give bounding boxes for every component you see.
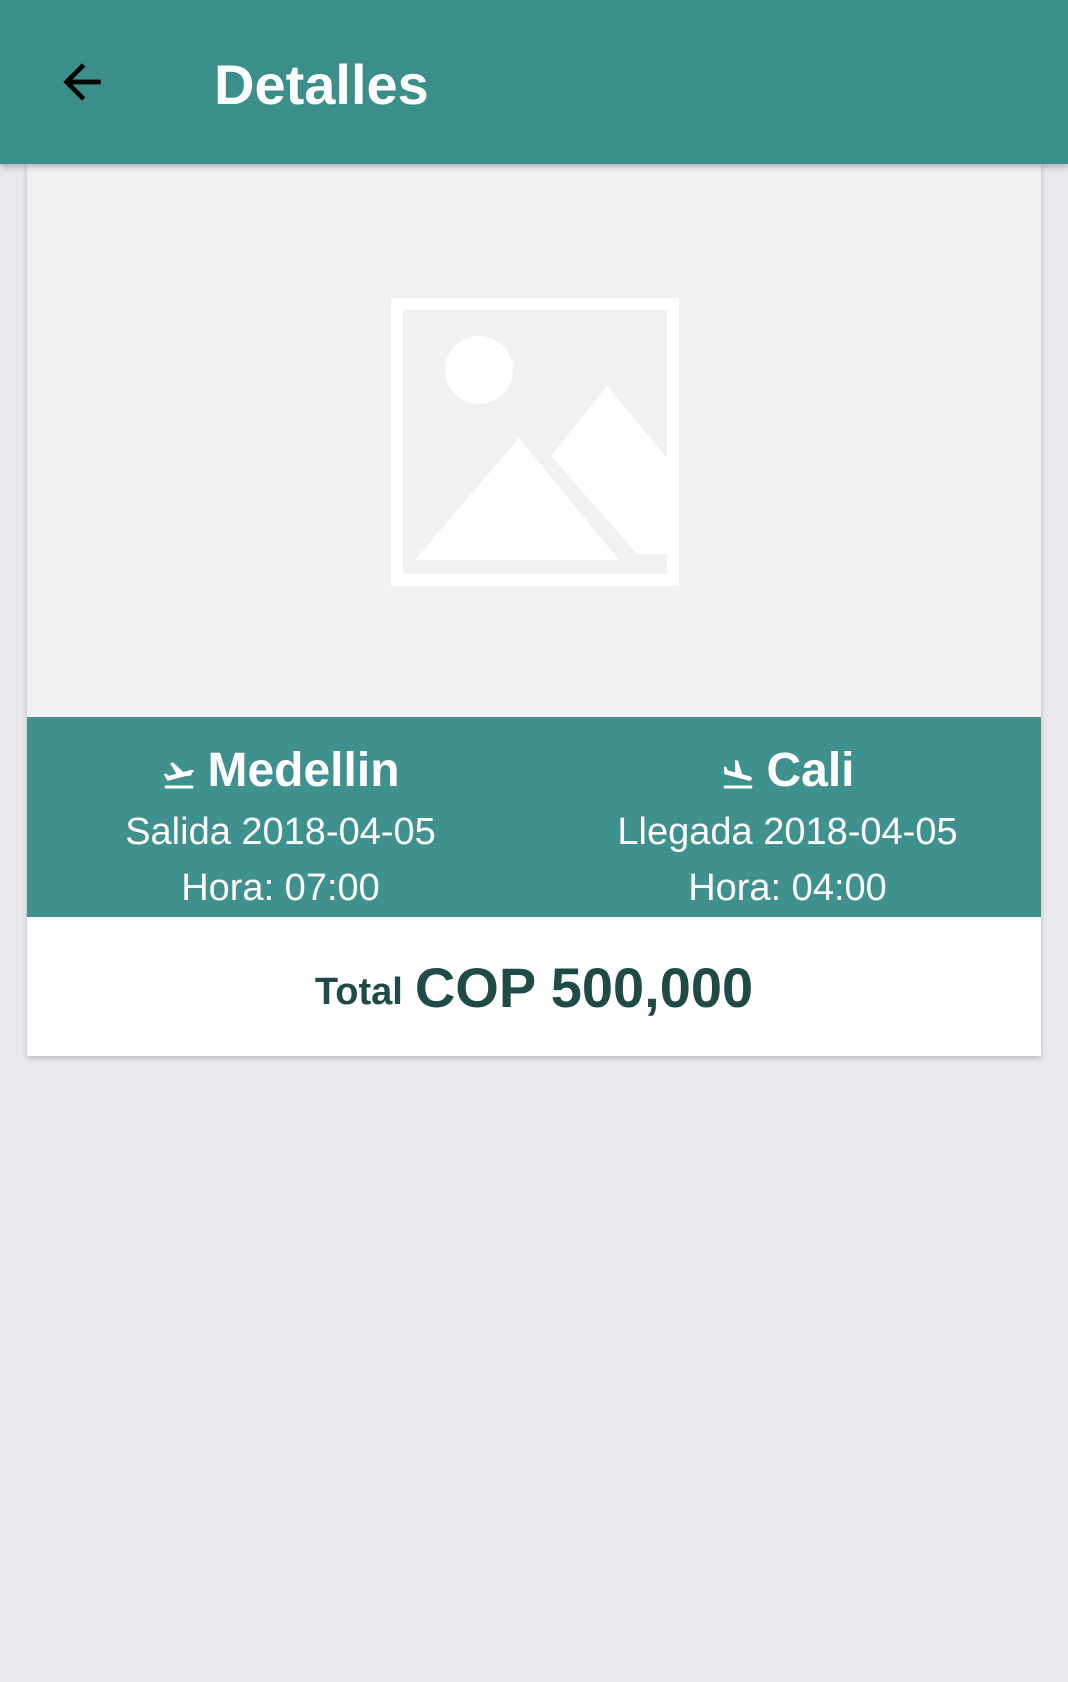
departure-time: Hora: 07:00 [181,867,380,909]
app-bar: Detalles [0,0,1068,164]
departure-info: Medellin Salida 2018-04-05 Hora: 07:00 [27,717,534,917]
page-title: Detalles [214,53,429,116]
image-placeholder-icon [391,298,679,586]
flight-land-icon [724,760,753,789]
flight-image [27,164,1041,717]
arrival-info: Cali Llegada 2018-04-05 Hora: 04:00 [534,717,1041,917]
departure-city: Medellin [207,744,400,797]
departure-date: Salida 2018-04-05 [125,811,436,853]
route-band: Medellin Salida 2018-04-05 Hora: 07:00 C… [27,717,1041,917]
arrival-city: Cali [766,744,855,797]
arrow-back-icon [63,63,101,101]
flight-detail-card: Medellin Salida 2018-04-05 Hora: 07:00 C… [27,164,1041,1056]
arrival-date: Llegada 2018-04-05 [617,811,958,853]
total-label: Total [314,971,403,1013]
total-row: Total COP 500,000 [27,919,1041,1056]
flight-takeoff-icon [164,762,195,789]
total-amount: COP 500,000 [414,956,754,1019]
back-button[interactable] [52,52,112,112]
arrival-time: Hora: 04:00 [688,867,887,909]
